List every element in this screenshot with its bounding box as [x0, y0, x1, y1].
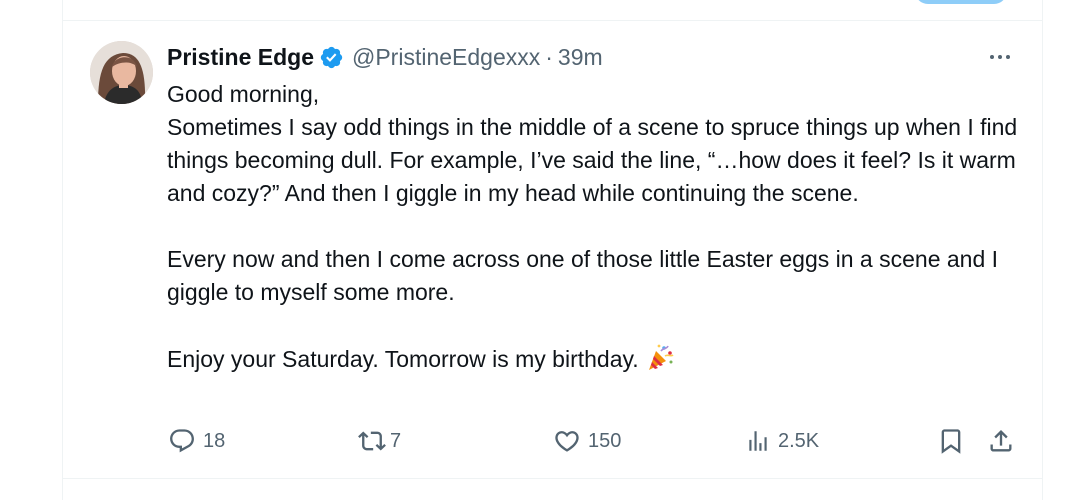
heart-icon [555, 431, 579, 452]
like-button[interactable]: 150 [553, 424, 621, 458]
repost-count: 7 [390, 429, 402, 452]
bottom-divider [62, 478, 1043, 479]
separator-dot: · [545, 43, 553, 70]
tweet-greeting: Good morning, [167, 81, 320, 107]
repost-button[interactable]: 7 [358, 424, 401, 458]
tweet-paragraph-3-text: Enjoy your Saturday. Tomorrow is my birt… [167, 346, 639, 372]
profile-photo-icon [90, 41, 153, 104]
tweet-actions: 18 7 150 2.5K [0, 424, 1082, 458]
more-dot-icon [998, 55, 1002, 59]
tweet-header: Pristine Edge @PristineEdgexxx · 39m [167, 40, 603, 74]
share-icon [990, 430, 1012, 452]
avatar[interactable] [90, 41, 153, 104]
views-chart-icon [749, 431, 767, 451]
bookmark-icon [941, 429, 961, 454]
like-count: 150 [588, 429, 622, 452]
bookmark-button[interactable] [937, 424, 965, 458]
views-button[interactable]: 2.5K [745, 424, 819, 458]
timestamp[interactable]: 39m [558, 44, 603, 71]
more-dot-icon [1006, 55, 1010, 59]
share-button[interactable] [987, 424, 1015, 458]
author-handle[interactable]: @PristineEdgexxx [352, 44, 540, 71]
party-popper-icon [648, 344, 674, 370]
reply-button[interactable]: 18 [168, 424, 225, 458]
verified-badge-icon[interactable] [319, 45, 344, 70]
tweet-paragraph-3: Enjoy your Saturday. Tomorrow is my birt… [167, 342, 1027, 376]
reply-count: 18 [203, 429, 226, 452]
tweet-text: Good morning, Sometimes I say odd things… [167, 78, 1027, 376]
view-count: 2.5K [778, 429, 820, 452]
author-name[interactable]: Pristine Edge [167, 44, 314, 71]
more-options-button[interactable] [985, 46, 1015, 68]
reply-icon [170, 429, 194, 453]
previous-post-button[interactable] [915, 0, 1007, 4]
top-divider [62, 20, 1043, 21]
tweet-paragraph-2: Every now and then I come across one of … [167, 246, 999, 305]
more-dot-icon [990, 55, 994, 59]
tweet-paragraph-1: Sometimes I say odd things in the middle… [167, 114, 1018, 206]
repost-icon [358, 431, 386, 451]
